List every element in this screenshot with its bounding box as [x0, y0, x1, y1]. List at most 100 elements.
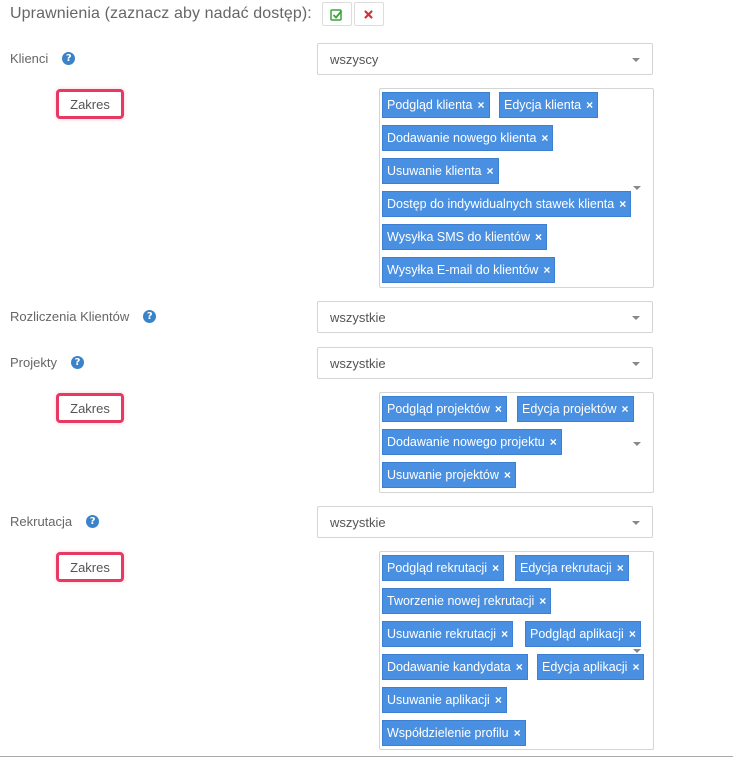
- tag: Usuwanie rekrutacji ×: [382, 621, 514, 647]
- tag-label: Edycja klienta: [504, 98, 582, 112]
- tag: Dodawanie kandydata ×: [382, 654, 528, 680]
- tag: Dodawanie nowego klienta ×: [382, 125, 554, 151]
- rozliczenia-label-row: Rozliczenia Klientów ?: [10, 309, 157, 324]
- tag: Podgląd rekrutacji ×: [382, 555, 505, 581]
- tag-remove-icon[interactable]: ×: [516, 661, 523, 673]
- rekrutacja-tags-select[interactable]: Podgląd rekrutacji × Edycja rekrutacji ×…: [379, 551, 654, 750]
- help-icon[interactable]: ?: [86, 515, 100, 528]
- rozliczenia-select[interactable]: wszystkie: [317, 301, 653, 333]
- x-icon: [364, 9, 373, 19]
- tag-remove-icon[interactable]: ×: [550, 436, 557, 448]
- tag-remove-icon[interactable]: ×: [622, 403, 629, 415]
- check-square-icon: [330, 8, 343, 21]
- tag-remove-icon[interactable]: ×: [501, 628, 508, 640]
- tag-remove-icon[interactable]: ×: [619, 198, 626, 210]
- permissions-header: Uprawnienia (zaznacz aby nadać dostęp):: [10, 0, 384, 28]
- tag: Dodawanie nowego projektu ×: [382, 429, 562, 455]
- tag: Dostęp do indywidualnych stawek klienta …: [382, 191, 632, 217]
- zakres-label: Zakres: [70, 96, 110, 112]
- projekty-label-row: Projekty ?: [10, 355, 84, 370]
- select-value: wszystkie: [330, 515, 386, 530]
- zakres-label: Zakres: [70, 400, 110, 416]
- tag-label: Edycja projektów: [522, 402, 617, 416]
- tag: Edycja klienta ×: [499, 92, 599, 118]
- divider: [0, 756, 733, 757]
- tag-label: Usuwanie klienta: [387, 164, 482, 178]
- tag-remove-icon[interactable]: ×: [539, 595, 546, 607]
- tag-label: Dodawanie kandydata: [387, 660, 511, 674]
- klienci-select[interactable]: wszyscy: [317, 43, 653, 75]
- select-value: wszystkie: [330, 356, 386, 371]
- klienci-zakres-button[interactable]: Zakres: [56, 89, 124, 119]
- tag-label: Edycja aplikacji: [542, 660, 628, 674]
- tag: Edycja rekrutacji ×: [515, 555, 629, 581]
- tag-label: Dostęp do indywidualnych stawek klienta: [387, 197, 615, 211]
- tag-remove-icon[interactable]: ×: [487, 165, 494, 177]
- tag-remove-icon[interactable]: ×: [543, 264, 550, 276]
- tag: Podgląd klienta ×: [382, 92, 490, 118]
- deselect-all-button[interactable]: [353, 2, 384, 26]
- tag-label: Dodawanie nowego klienta: [387, 131, 537, 145]
- tag-remove-icon[interactable]: ×: [629, 628, 636, 640]
- help-icon[interactable]: ?: [143, 310, 157, 323]
- tag-label: Wysyłka E-mail do klientów: [387, 263, 539, 277]
- help-icon[interactable]: ?: [62, 52, 76, 65]
- select-value: wszystkie: [330, 310, 386, 325]
- tag-remove-icon[interactable]: ×: [632, 661, 639, 673]
- zakres-label: Zakres: [70, 559, 110, 575]
- rekrutacja-label-row: Rekrutacja ?: [10, 514, 100, 529]
- projekty-zakres-button[interactable]: Zakres: [56, 393, 124, 423]
- select-value: wszyscy: [330, 52, 379, 67]
- tag-remove-icon[interactable]: ×: [541, 132, 548, 144]
- klienci-label-row: Klienci ?: [10, 51, 76, 66]
- chevron-down-icon: [633, 442, 641, 446]
- tag-remove-icon[interactable]: ×: [495, 403, 502, 415]
- tag: Usuwanie klienta ×: [382, 158, 499, 184]
- chevron-down-icon: [632, 58, 640, 62]
- section-label: Rozliczenia Klientów: [10, 309, 130, 324]
- tag-remove-icon[interactable]: ×: [504, 469, 511, 481]
- chevron-down-icon: [633, 649, 641, 653]
- chevron-down-icon: [632, 521, 640, 525]
- tag-remove-icon[interactable]: ×: [477, 99, 484, 111]
- tag-remove-icon[interactable]: ×: [514, 727, 521, 739]
- klienci-tags-select[interactable]: Podgląd klienta × Edycja klienta × Dodaw…: [379, 88, 654, 288]
- tag: Edycja projektów ×: [517, 396, 634, 422]
- tag: Wysyłka E-mail do klientów ×: [382, 257, 556, 283]
- projekty-select[interactable]: wszystkie: [317, 347, 653, 379]
- rekrutacja-zakres-button[interactable]: Zakres: [56, 552, 124, 582]
- tag-remove-icon[interactable]: ×: [535, 231, 542, 243]
- tag: Podgląd projektów ×: [382, 396, 507, 422]
- section-label: Rekrutacja: [10, 514, 73, 529]
- chevron-down-icon: [632, 316, 640, 320]
- tag-label: Tworzenie nowej rekrutacji: [387, 594, 535, 608]
- tag-label: Podgląd klienta: [387, 98, 473, 112]
- tag-remove-icon[interactable]: ×: [492, 562, 499, 574]
- tag: Podgląd aplikacji ×: [525, 621, 641, 647]
- tag-remove-icon[interactable]: ×: [495, 694, 502, 706]
- tag: Wysyłka SMS do klientów ×: [382, 224, 548, 250]
- tag: Edycja aplikacji ×: [537, 654, 645, 680]
- projekty-tags-select[interactable]: Podgląd projektów × Edycja projektów × D…: [379, 392, 654, 493]
- tag-label: Dodawanie nowego projektu: [387, 435, 545, 449]
- tag-label: Wysyłka SMS do klientów: [387, 230, 530, 244]
- section-label: Projekty: [10, 355, 57, 370]
- chevron-down-icon: [632, 362, 640, 366]
- help-icon[interactable]: ?: [70, 356, 84, 369]
- chevron-down-icon: [633, 186, 641, 190]
- tag: Tworzenie nowej rekrutacji ×: [382, 588, 552, 614]
- tag-label: Współdzielenie profilu: [387, 726, 509, 740]
- rekrutacja-select[interactable]: wszystkie: [317, 506, 653, 538]
- tag-label: Edycja rekrutacji: [520, 561, 612, 575]
- tag: Usuwanie aplikacji ×: [382, 687, 507, 713]
- select-all-button[interactable]: [321, 2, 352, 26]
- tag-label: Podgląd aplikacji: [530, 627, 624, 641]
- section-label: Klienci: [10, 51, 49, 66]
- tag-remove-icon[interactable]: ×: [617, 562, 624, 574]
- tag: Usuwanie projektów ×: [382, 462, 516, 488]
- tag-label: Usuwanie aplikacji: [387, 693, 490, 707]
- header-buttons: [321, 2, 384, 26]
- tag: Współdzielenie profilu ×: [382, 720, 526, 746]
- permissions-title: Uprawnienia (zaznacz aby nadać dostęp):: [10, 5, 312, 22]
- tag-remove-icon[interactable]: ×: [586, 99, 593, 111]
